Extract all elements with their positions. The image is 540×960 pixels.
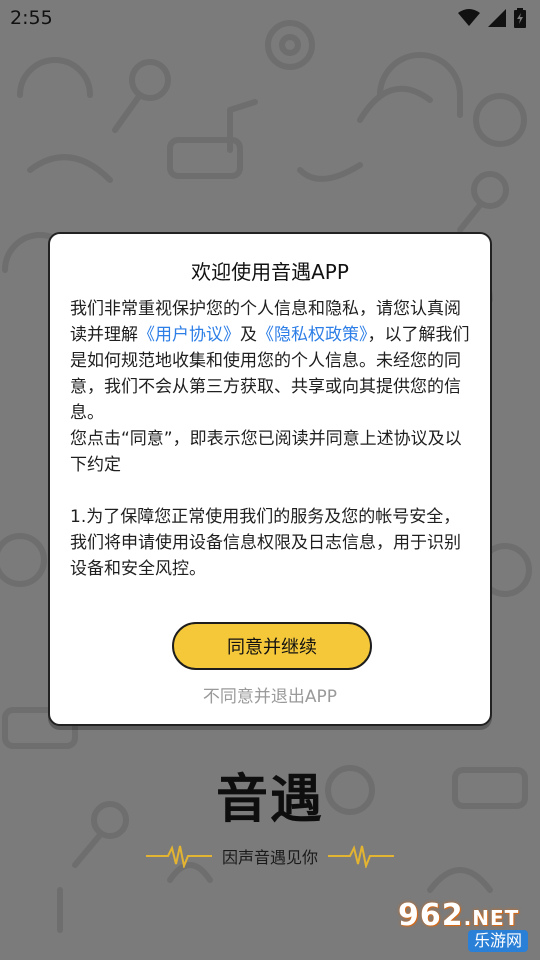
dialog-title: 欢迎使用音遇APP (191, 260, 349, 284)
status-bar: 2:55 (0, 0, 540, 36)
watermark-logo: 962.NET (398, 898, 519, 933)
watermark-suffix: .NET (463, 906, 520, 930)
brand-slogan-row: 因声音遇见你 (0, 844, 540, 868)
agree-continue-button[interactable]: 同意并继续 (172, 622, 372, 670)
site-watermark: 962.NET 乐游网 (394, 898, 534, 954)
battery-charging-icon (514, 8, 526, 28)
wifi-icon (458, 9, 480, 26)
dialog-body: 我们非常重视保护您的个人信息和隐私，请您认真阅读并理解《用户协议》及《隐私权政策… (70, 296, 470, 582)
brand-slogan: 因声音遇见你 (221, 848, 318, 867)
brand-name: 音遇 (215, 770, 324, 830)
watermark-site-name: 乐游网 (467, 930, 528, 952)
clause-1: 1.为了保障您正常使用我们的服务及您的帐号安全，我们将申请使用设备信息权限及日志… (70, 507, 461, 579)
status-time: 2:55 (10, 7, 53, 29)
sound-wave-left-icon (145, 845, 212, 868)
consent-note: 您点击“同意”，即表示您已阅读并同意上述协议及以下约定 (70, 429, 462, 475)
privacy-dialog: 欢迎使用音遇APP 我们非常重视保护您的个人信息和隐私，请您认真阅读并理解《用户… (48, 232, 492, 726)
watermark-number: 962 (398, 898, 464, 933)
and-text: 及 (240, 325, 257, 345)
sound-wave-right-icon (328, 845, 394, 868)
brand-area: 音遇 因声音遇见你 (0, 768, 540, 868)
signal-icon (488, 9, 506, 27)
disagree-exit-link[interactable]: 不同意并退出APP (50, 682, 490, 707)
privacy-intro: 我们非常重视保护您的个人信息和隐私，请您认真阅读并理解《用户协议》及《隐私权政策… (70, 296, 470, 426)
privacy-policy-link[interactable]: 《隐私权政策》 (257, 325, 368, 345)
user-agreement-link[interactable]: 《用户协议》 (138, 325, 240, 345)
status-icons (458, 8, 526, 28)
